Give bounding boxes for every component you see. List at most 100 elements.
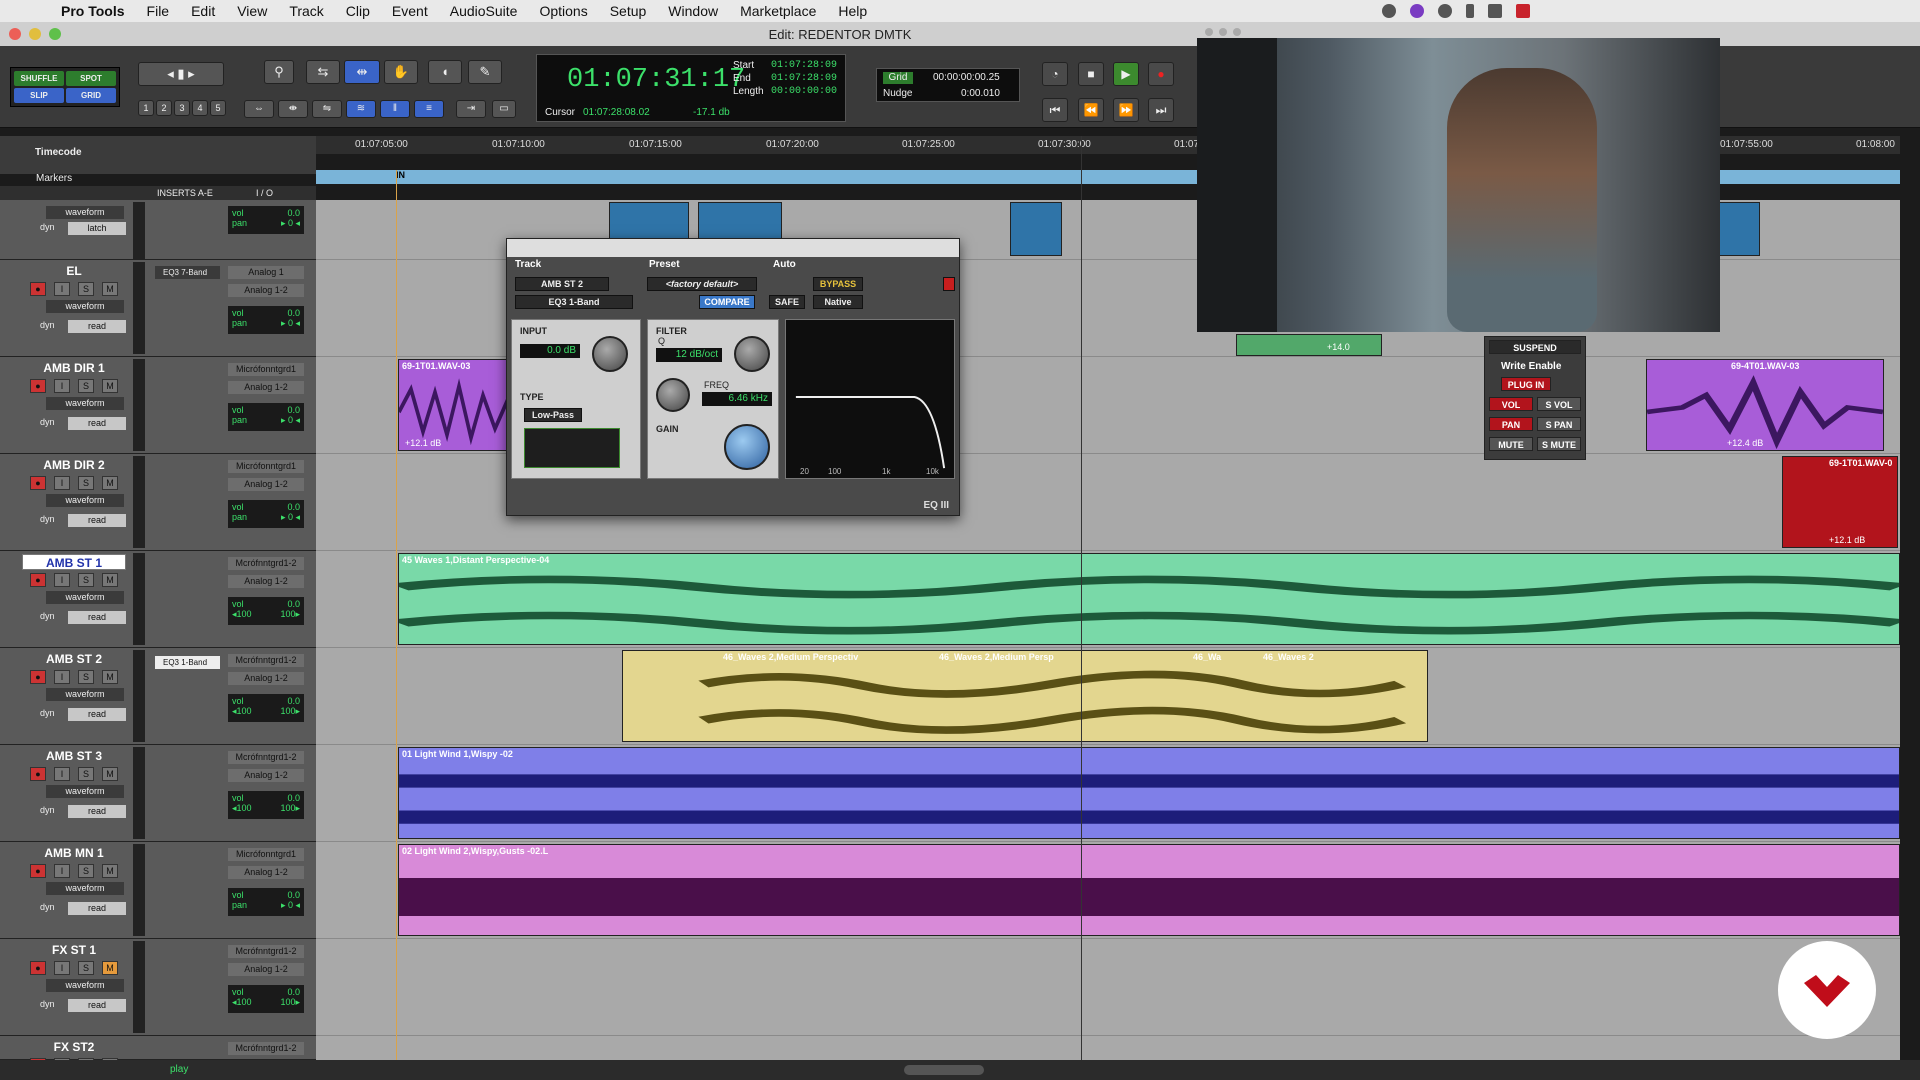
menu-window[interactable]: Window [668,3,718,19]
automation-mode-selector[interactable]: read [68,902,126,915]
output-selector[interactable]: Analog 1-2 [228,866,304,879]
clip-amb-dir-1[interactable]: 69-1T01.WAV-03 +12.1 dB [398,359,520,451]
menu-clip[interactable]: Clip [346,3,370,19]
edit-tool-c-icon[interactable]: ⇋ [312,100,342,118]
suspend-button[interactable]: SUSPEND [1489,340,1581,354]
automation-mode-selector[interactable]: read [68,514,126,527]
input-monitor-button[interactable]: I [54,767,70,781]
pencil-tool-icon[interactable]: ✎ [468,60,502,84]
track-view-selector[interactable]: waveform [46,688,124,701]
length-value[interactable]: 00:00:00:00 [771,86,837,97]
grabber-tool-icon[interactable]: ✋ [384,60,418,84]
track-header[interactable]: AMB MN 1 ● I S Mwaveform dyn read vol 0.0 pan ▸ … [0,842,316,939]
play-icon[interactable]: ▶ [1113,62,1139,86]
track-view-selector[interactable]: waveform [46,979,124,992]
automation-mode-selector[interactable]: read [68,708,126,721]
output-selector[interactable]: Analog 1-2 [228,575,304,588]
input-knob[interactable] [592,336,628,372]
solo-button[interactable]: S [78,282,94,296]
menu-setup[interactable]: Setup [610,3,647,19]
input-monitor-button[interactable]: I [54,670,70,684]
flag-icon[interactable] [1516,4,1530,18]
track-header[interactable]: waveform dyn latch vol 0.0 pan ▸ 0 ◂ [0,200,316,294]
main-counter[interactable]: 01:07:31:17 Start End Length 01:07:28:09… [536,54,846,122]
input-selector[interactable]: Mcrófnntgrd1-2 [228,654,304,667]
menu-file[interactable]: File [147,3,170,19]
nudge-label[interactable]: Nudge [883,88,912,99]
eq3-plugin-window[interactable]: Track Preset Auto AMB ST 2 EQ3 1-Band <f… [506,238,960,516]
pan-write-button[interactable]: PAN [1489,417,1533,431]
zoom-preset-1[interactable]: 1 [138,100,154,116]
record-arm-button[interactable]: ● [30,379,46,393]
mute-button[interactable]: M [102,961,118,975]
track-view-selector[interactable]: waveform [46,300,124,313]
solo-button[interactable]: S [78,670,94,684]
edit-tool-f-icon[interactable]: ≡ [414,100,444,118]
compare-button[interactable]: COMPARE [699,295,755,309]
track-view-selector[interactable]: waveform [46,206,124,219]
plugin-close-icon[interactable] [943,277,955,291]
clip-amb-st-3[interactable]: 01 Light Wind 1,Wispy -02 [398,747,1900,839]
clip-amb-mn-1[interactable]: 02 Light Wind 2,Wispy,Gusts -02.L [398,844,1900,936]
track-name[interactable]: AMB DIR 2 [22,457,126,473]
menu-audiosuite[interactable]: AudioSuite [450,3,518,19]
clip-amb-st-1[interactable]: 45 Waves 1,Distant Perspective-04 [398,553,1900,645]
track-header[interactable]: AMB ST 1 ● I S Mwaveform dyn read vol 0.0 ◂100 1… [0,551,316,648]
record-arm-button[interactable]: ● [30,767,46,781]
mute-button[interactable]: M [102,767,118,781]
track-name[interactable]: AMB ST 3 [22,748,126,764]
filter-type-value[interactable]: Low-Pass [524,408,582,422]
input-selector[interactable]: Mcrófnntgrd1-2 [228,751,304,764]
mute-button[interactable]: M [102,379,118,393]
input-selector[interactable]: Analog 1 [228,266,304,279]
grid-value[interactable]: 00:00:00:00.25 [933,72,1000,83]
mute-button[interactable]: M [102,670,118,684]
track-header[interactable]: FX ST2●ISMMcrófnntgrd1-2 [0,1036,316,1072]
vol-pan-display[interactable]: vol 0.0 ◂100 100▸ [228,694,304,722]
rewind-icon[interactable]: ⏪ [1078,98,1104,122]
automation-mode-selector[interactable]: read [68,805,126,818]
track-header[interactable]: AMB ST 2 ● I S Mwaveform dyn read vol 0.0 ◂100 1… [0,648,316,745]
gain-knob[interactable] [724,424,770,470]
q-knob[interactable] [734,336,770,372]
input-selector[interactable]: Mcrófnntgrd1-2 [228,1042,304,1055]
mute-button[interactable]: M [102,282,118,296]
input-selector[interactable]: Mcrófnntgrd1-2 [228,557,304,570]
automation-mode-selector[interactable]: read [68,611,126,624]
edit-tool-g-icon[interactable]: ⇥ [456,100,486,118]
input-monitor-button[interactable]: I [54,379,70,393]
zoom-preset-5[interactable]: 5 [210,100,226,116]
return-to-zero-icon[interactable]: ⏮ [1042,98,1068,122]
zoom-preset-2[interactable]: 2 [156,100,172,116]
menu-view[interactable]: View [237,3,267,19]
plugin-preset-selector[interactable]: <factory default> [647,277,757,291]
zoom-preset-3[interactable]: 3 [174,100,190,116]
clip-top-c[interactable] [1010,202,1062,256]
fast-forward-icon[interactable]: ⏩ [1113,98,1139,122]
track-name[interactable]: AMB ST 1 [22,554,126,570]
input-monitor-button[interactable]: I [54,476,70,490]
menu-track[interactable]: Track [289,3,323,19]
track-view-selector[interactable]: waveform [46,494,124,507]
wifi-icon[interactable] [1488,4,1502,18]
menu-marketplace[interactable]: Marketplace [740,3,816,19]
start-value[interactable]: 01:07:28:09 [771,60,837,71]
menu-event[interactable]: Event [392,3,428,19]
video-zoom-icon[interactable] [1233,28,1241,36]
track-view-selector[interactable]: waveform [46,785,124,798]
menu-edit[interactable]: Edit [191,3,215,19]
stop-icon[interactable]: ■ [1078,62,1104,86]
freq-value[interactable]: 6.46 kHz [702,392,772,406]
svol-write-button[interactable]: S VOL [1537,397,1581,411]
insert-slot[interactable]: EQ3 7-Band [155,266,220,279]
automation-mode-selector[interactable]: read [68,999,126,1012]
record-arm-button[interactable]: ● [30,864,46,878]
bypass-button[interactable]: BYPASS [813,277,863,291]
record-arm-button[interactable]: ● [30,670,46,684]
clip-amb-dir-1-b[interactable]: 69-4T01.WAV-03 +12.4 dB [1646,359,1884,451]
video-minimize-icon[interactable] [1219,28,1227,36]
shuffle-mode-button[interactable]: SHUFFLE [14,71,64,86]
vol-pan-display[interactable]: vol 0.0 pan ▸ 0 ◂ [228,888,304,916]
automation-mode-selector[interactable]: read [68,320,126,333]
menu-app[interactable]: Pro Tools [61,3,125,19]
